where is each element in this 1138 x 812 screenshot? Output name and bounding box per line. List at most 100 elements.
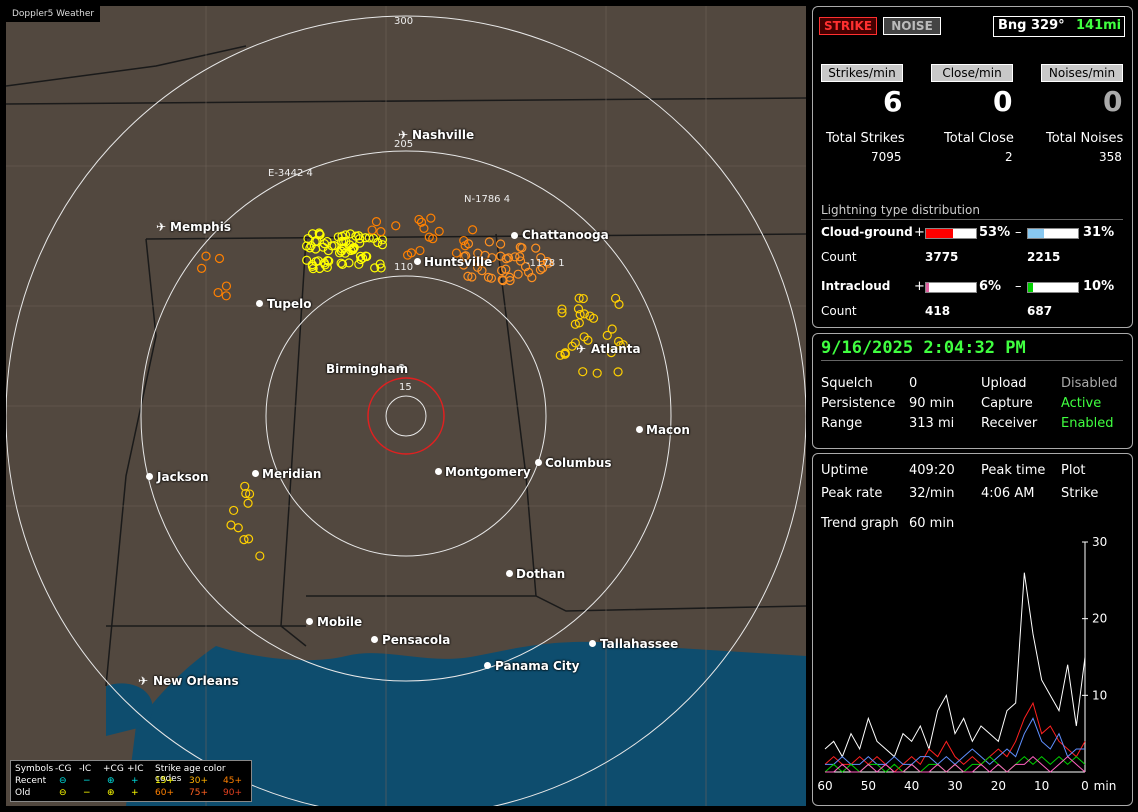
strike-marker <box>513 269 523 279</box>
strike-marker <box>613 367 623 377</box>
strike-marker <box>426 213 436 223</box>
strike-marker <box>354 259 364 269</box>
total-noises-value: 358 <box>1099 150 1122 164</box>
airport-icon: ✈ <box>156 220 167 234</box>
trend-series-line <box>825 755 1086 773</box>
datetime: 9/16/2025 2:04:32 PM <box>821 338 1026 358</box>
strikes-per-min-label: Strikes/min <box>821 64 903 82</box>
cg-pos-sign: + <box>914 225 925 240</box>
legend-cg-pos: +CG <box>103 764 124 774</box>
lightning-map[interactable]: Doppler5 Weather 300 205 110 15 E-3442 4… <box>6 6 806 806</box>
x-tick-label: 50 <box>861 779 876 793</box>
strike-marker <box>592 368 602 378</box>
city-meridian: Meridian <box>262 467 322 481</box>
strike-marker <box>221 281 232 291</box>
strike-marker <box>578 367 588 377</box>
trend-series-line <box>824 701 1086 773</box>
legend-age-30: 30+ <box>189 776 208 786</box>
city-tallahassee: Tallahassee <box>600 637 679 651</box>
city-dot <box>484 662 491 669</box>
strike-marker <box>367 225 377 235</box>
trend-graph-value: 60 min <box>909 516 955 531</box>
cg-count-label: Count <box>821 250 857 264</box>
squelch-value: 0 <box>909 376 918 391</box>
close-per-min-value: 0 <box>993 85 1013 118</box>
cg-neg-sign: – <box>1015 225 1022 240</box>
map-geography <box>6 6 806 806</box>
city-nashville: Nashville <box>412 128 475 142</box>
x-tick-label: 30 <box>947 779 962 793</box>
strike-marker <box>196 263 207 273</box>
legend-age-45: 45+ <box>223 776 242 786</box>
total-noises-label: Total Noises <box>1046 131 1124 146</box>
strike-marker <box>226 520 236 530</box>
peak-rate-label: Peak rate <box>821 486 883 501</box>
strike-button[interactable]: STRIKE <box>819 17 877 35</box>
y-tick-label: 30 <box>1092 535 1107 549</box>
city-atlanta: Atlanta <box>591 342 641 356</box>
peak-rate-value: 32/min <box>909 486 955 501</box>
strike-marker <box>614 299 624 309</box>
marker-n2: -1178 1 <box>526 258 565 269</box>
x-tick-label: 40 <box>904 779 919 793</box>
total-strikes-label: Total Strikes <box>826 131 905 146</box>
ic-neg-pct: 10% <box>1083 279 1115 294</box>
legend-age-90: 90+ <box>223 788 242 798</box>
peak-time-label: Peak time <box>981 463 1046 478</box>
legend-recent: Recent <box>15 776 47 786</box>
city-dot <box>435 468 442 475</box>
x-tick-label: 20 <box>991 779 1006 793</box>
x-tick-label: 0 <box>1081 779 1089 793</box>
ic-neg-bar <box>1027 282 1079 293</box>
city-dot <box>252 470 259 477</box>
marker-e: E-3442 4 <box>268 168 313 179</box>
legend-age-15: 15+ <box>155 776 174 786</box>
ic-pos-count: 418 <box>925 304 951 318</box>
plot-value[interactable]: Strike <box>1061 486 1098 501</box>
total-close-label: Total Close <box>944 131 1014 146</box>
range-label: Range <box>821 416 863 431</box>
upload-label: Upload <box>981 376 1027 391</box>
intracloud-label: Intracloud <box>821 279 891 293</box>
legend-ic-pos: +IC <box>127 764 144 774</box>
city-dot <box>146 473 153 480</box>
noises-per-min-label: Noises/min <box>1041 64 1123 82</box>
trend-graph-label: Trend graph <box>821 516 899 531</box>
city-memphis: Memphis <box>170 220 231 234</box>
strike-marker <box>467 225 478 235</box>
strike-marker <box>391 221 401 231</box>
ic-count-label: Count <box>821 304 857 318</box>
x-tick-label: 10 <box>1034 779 1049 793</box>
peak-time-value: 4:06 AM <box>981 486 1035 501</box>
city-dothan: Dothan <box>516 567 566 581</box>
city-new-orleans: New Orleans <box>153 674 239 688</box>
legend-age-75: 75+ <box>189 788 208 798</box>
city-birmingham: Birmingham <box>326 362 409 376</box>
city-panama-city: Panama City <box>495 659 580 673</box>
city-dot <box>511 232 518 239</box>
squelch-label: Squelch <box>821 376 873 391</box>
total-close-value: 2 <box>1005 150 1013 164</box>
persistence-value: 90 min <box>909 396 955 411</box>
persistence-label: Persistence <box>821 396 896 411</box>
x-tick-label: 60 <box>817 779 832 793</box>
city-dot <box>535 459 542 466</box>
cg-pos-pct: 53% <box>979 225 1011 240</box>
ic-neg-sign: – <box>1015 279 1022 294</box>
strike-marker <box>531 243 541 253</box>
strike-marker <box>484 237 494 247</box>
strikes-per-min-value: 6 <box>883 85 903 118</box>
strike-marker <box>213 287 223 298</box>
airport-icon: ✈ <box>576 342 587 356</box>
strike-marker <box>371 217 382 227</box>
cloud-ground-label: Cloud-ground <box>821 225 913 239</box>
trend-graph: 30 20 10 60 50 40 30 20 10 0 min <box>817 535 1117 793</box>
x-unit-label: min <box>1094 779 1117 793</box>
y-tick-label: 20 <box>1092 612 1107 626</box>
plot-label: Plot <box>1061 463 1086 478</box>
noise-button[interactable]: NOISE <box>883 17 941 35</box>
legend-recent-cg-neg-icon: ⊖ <box>59 776 67 786</box>
strike-marker <box>229 505 239 516</box>
city-chattanooga: Chattanooga <box>522 228 609 242</box>
legend-recent-cg-pos-icon: ⊕ <box>107 776 115 786</box>
